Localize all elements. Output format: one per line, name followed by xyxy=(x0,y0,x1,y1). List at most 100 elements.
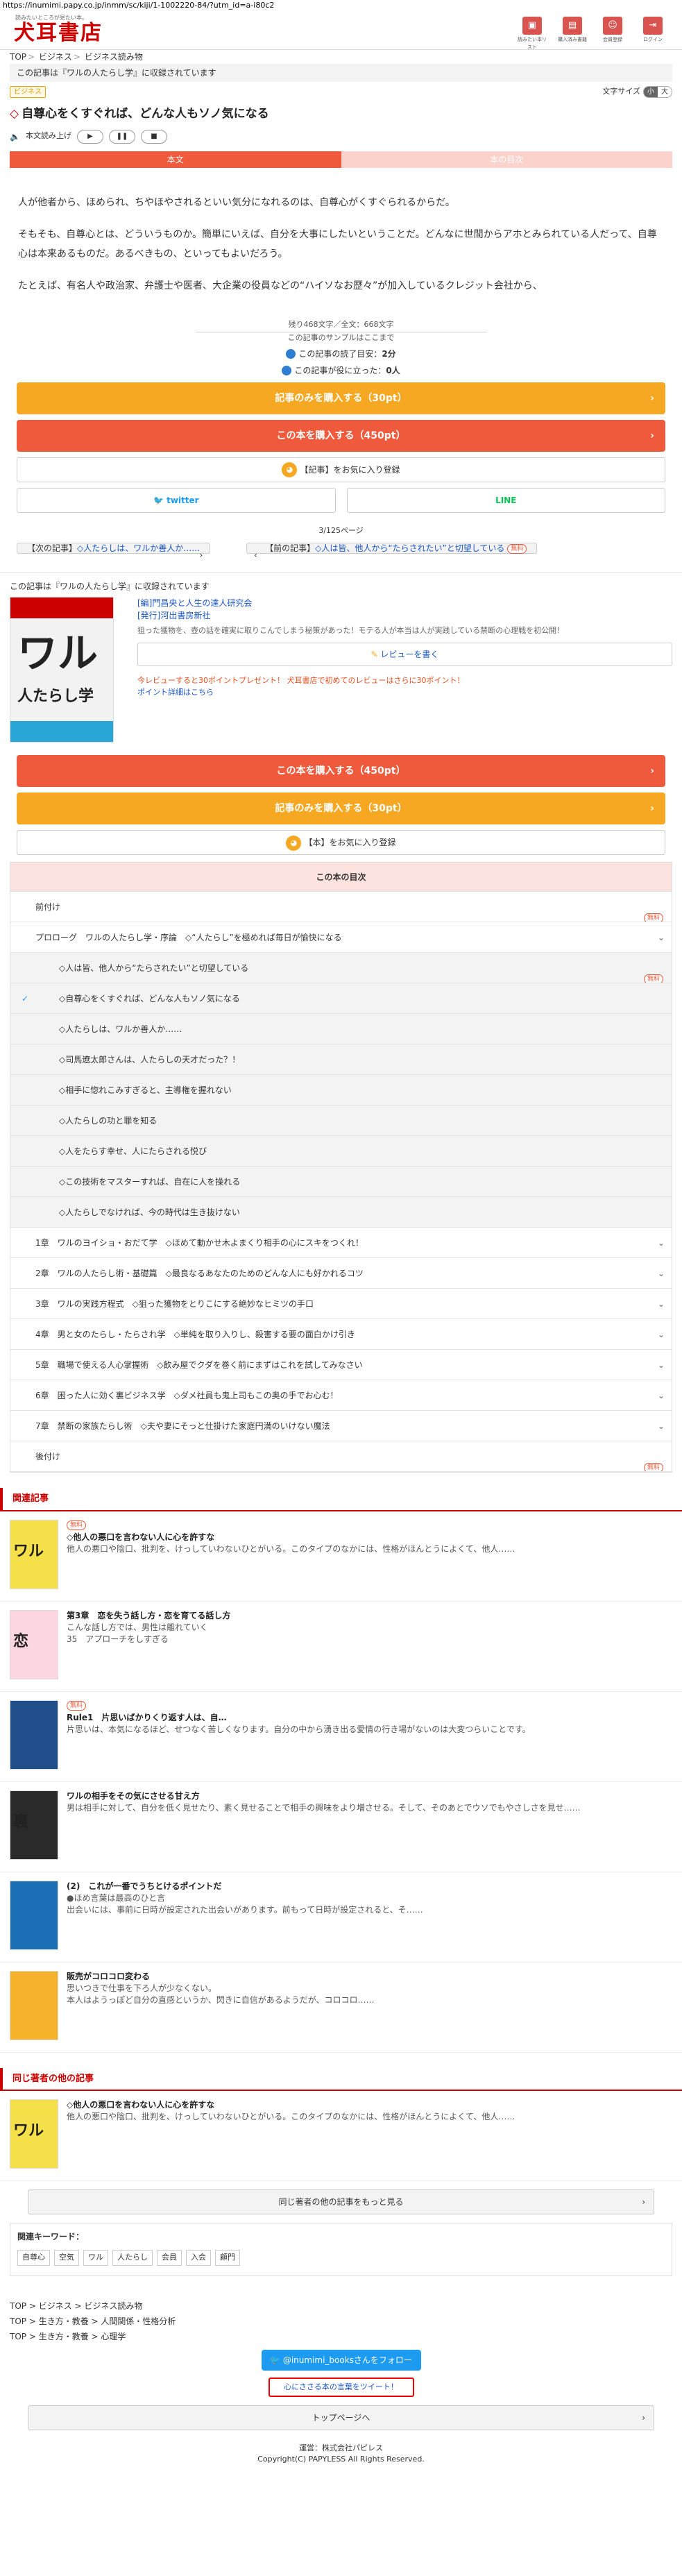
footer-breadcrumb-link[interactable]: 生き方・教養 xyxy=(39,2316,89,2326)
keyword-tag[interactable]: ワル xyxy=(83,2250,108,2266)
line-share-button[interactable]: LINE xyxy=(346,487,665,513)
toc-chapter[interactable]: 7章 禁断の家族たらし術 ◇夫や妻にそっと仕掛けた家庭円満のいけない魔法 ⌄ xyxy=(10,1411,672,1441)
footer-breadcrumb-link[interactable]: ビジネス読み物 xyxy=(84,2301,142,2311)
book-description: 狙った獲物を、壺の話を確実に取りこんでしまう秘策があった！モテる人が本当は人が実… xyxy=(137,626,565,635)
site-footer: 運営：株式会社パピレス Copyright(C) PAPYLESS All Ri… xyxy=(0,2439,682,2472)
tab-toc[interactable]: 本の目次 xyxy=(341,151,672,168)
toc-subitem[interactable]: ◇人たらしは、ワルか善人か…… xyxy=(10,1014,672,1044)
keyword-tag[interactable]: 入会 xyxy=(186,2250,211,2266)
chevron-right-icon: › xyxy=(642,2412,645,2423)
toc-chapter[interactable]: 前付け 無料 xyxy=(10,892,672,922)
toc-subitem[interactable]: ◇人たらしの功と罪を知る xyxy=(10,1105,672,1136)
audio-stop-button[interactable]: ■ xyxy=(140,129,167,144)
footer-breadcrumb-link[interactable]: 生き方・教養 xyxy=(39,2332,89,2341)
header-purchased[interactable]: ▤ 購入済み書籍 xyxy=(556,17,589,51)
toc-subitem[interactable]: ◇司馬遼太郎さんは、人たらしの天才だった？！ xyxy=(10,1044,672,1075)
article-thumbnail[interactable] xyxy=(10,1970,58,2040)
toc-chapter[interactable]: 3章 ワルの実践方程式 ◇狙った獲物をとりこにする絶妙なヒミツの手口 ⌄ xyxy=(10,1289,672,1319)
related-article[interactable]: 裏 ワルの相手をその気にさせる甘え方 男は相手に対して、自分を低く見せたり、素く見せ… xyxy=(0,1782,682,1872)
breadcrumb-business[interactable]: ビジネス xyxy=(39,52,72,62)
top-page-button[interactable]: トップページへ › xyxy=(28,2405,654,2430)
free-badge: 無料 xyxy=(643,974,663,983)
audio-pause-button[interactable]: ❚❚ xyxy=(108,129,135,144)
article-paragraph: そもそも、自尊心とは、どういうものか。簡単にいえば、自分を大事にしたいということ… xyxy=(18,228,657,260)
article-thumbnail[interactable]: ワル xyxy=(10,2099,58,2169)
toc-chapter[interactable]: 後付け 無料 xyxy=(10,1441,672,1472)
buy-book-button[interactable]: この本を購入する（450pt） › xyxy=(17,419,665,452)
toc-subitem[interactable]: ◇人は皆、他人から“たらされたい”と切望している 無料 xyxy=(10,953,672,983)
same-author-heading: 同じ著者の他の記事 xyxy=(0,2067,682,2091)
breadcrumb-top[interactable]: TOP xyxy=(10,52,26,62)
keyword-tag[interactable]: 人たらし xyxy=(112,2250,153,2266)
keyword-tag[interactable]: 自尊心 xyxy=(17,2250,50,2266)
book-cover[interactable]: ワル 人たらし学 xyxy=(10,597,114,743)
buy-book-button-2[interactable]: この本を購入する（450pt） › xyxy=(17,755,665,787)
toc-subitem[interactable]: ◇この技術をマスターすれば、自在に人を操れる xyxy=(10,1167,672,1197)
related-title: ◇他人の悪口を言わない人に心を許すな xyxy=(67,1532,215,1542)
twitter-follow-button[interactable]: 🐦 @inumimi_booksさんをフォロー xyxy=(261,2349,421,2371)
article-thumbnail[interactable]: 恋 xyxy=(10,1609,58,1679)
font-size-small[interactable]: 小 xyxy=(644,87,658,97)
toc-chapter[interactable]: プロローグ ワルの人たらし学・序論 ◇“人たらし”を極めれば毎日が愉快になる ⌄ xyxy=(10,922,672,953)
font-size-toggle[interactable]: 小 大 xyxy=(643,86,672,98)
next-article-link[interactable]: 【次の記事】◇人たらしは、ワルか善人か…… › xyxy=(17,543,211,560)
article-thumbnail[interactable] xyxy=(10,1880,58,1950)
audio-play-button[interactable]: ▶ xyxy=(76,129,103,144)
buy-article-button-2[interactable]: 記事のみを購入する（30pt） › xyxy=(17,793,665,824)
prev-article-link[interactable]: ‹ 【前の記事】◇人は皆、他人から“たらされたい”と切望している 無料 xyxy=(246,543,538,560)
toc-subitem[interactable]: ◇人たらしでなければ、今の時代は生き抜けない xyxy=(10,1197,672,1228)
font-size-control: 文字サイズ 小 大 xyxy=(602,86,672,98)
footer-breadcrumb-link[interactable]: 人間関係・性格分析 xyxy=(101,2316,176,2326)
related-article[interactable]: (2) これが一番でうちとけるポイントだ ●ほめ言葉は最高のひと言 出会いには、事… xyxy=(0,1872,682,1963)
footer-breadcrumb-link[interactable]: TOP xyxy=(10,2301,26,2311)
favorite-book-button[interactable]: ◕ 【本】をお気に入り登録 xyxy=(17,830,665,855)
keyword-tag[interactable]: 空気 xyxy=(54,2250,79,2266)
related-article[interactable]: 無料 Rule1 片思いばかりくり返す人は、自… 片思いは、本気になるほど、せつなく… xyxy=(0,1692,682,1782)
publisher-link[interactable]: 河出書房新社 xyxy=(160,611,210,620)
toc-chapter[interactable]: 6章 困った人に効く裏ビジネス学 ◇ダメ社員も鬼上司もこの奥の手でお心む！ ⌄ xyxy=(10,1380,672,1411)
collection-notice: この記事は『ワルの人たらし学』に収録されています xyxy=(10,64,672,82)
related-article[interactable]: 販売がコロコロ変わる 思いつきで仕事を下ろ人が少なくない。 本人はようっぽど自分の… xyxy=(0,1963,682,2053)
font-size-large[interactable]: 大 xyxy=(658,87,672,97)
toc-chapter[interactable]: 1章 ワルのヨイショ・おだて学 ◇ほめて動かせ木よまくり相手の心にスキをつくれ！… xyxy=(10,1228,672,1258)
toc-chapter[interactable]: 4章 男と女のたらし・たらされ学 ◇単純を取り入りし、殺害する要の面白かけ引き ⌄ xyxy=(10,1319,672,1350)
article-thumbnail[interactable]: ワル xyxy=(10,1519,58,1589)
write-review-button[interactable]: ✎ レビューを書く xyxy=(137,643,672,666)
footer-breadcrumb-link[interactable]: ビジネス xyxy=(39,2301,72,2311)
toc-chapter[interactable]: 2章 ワルの人たらし術・基礎篇 ◇最良なるあなたのためのどんな人にも好かれるコツ… xyxy=(10,1258,672,1289)
category-badge[interactable]: ビジネス xyxy=(10,86,46,98)
related-article[interactable]: ワル ◇他人の悪口を言わない人に心を許すな 他人の悪口や陰口、批判を、けっしていわな… xyxy=(0,2091,682,2181)
related-heading: 関連記事 xyxy=(0,1488,682,1511)
toc-subitem[interactable]: ◇人をたらす幸せ、人にたらされる悦び xyxy=(10,1136,672,1167)
point-details-link[interactable]: ポイント詳細はこちら xyxy=(137,688,214,697)
article-tabs: 本文 本の目次 xyxy=(10,151,672,168)
footer-breadcrumb-link[interactable]: 心理学 xyxy=(101,2332,126,2341)
toc-row-label: ◇自尊心をくすぐれば、どんな人もソノ気になる xyxy=(59,994,240,1003)
keyword-tag[interactable]: 顧門 xyxy=(215,2250,240,2266)
header-login[interactable]: ⇥ ログイン xyxy=(636,17,670,51)
toc-row-label: ◇人をたらす幸せ、人にたらされる悦び xyxy=(59,1146,207,1156)
related-article[interactable]: 恋 第3章 恋を失う話し方・恋を育てる話し方 こんな話し方では、男性は離れていく 3… xyxy=(0,1602,682,1692)
breadcrumb-business-reading[interactable]: ビジネス読み物 xyxy=(85,52,143,62)
buy-article-button[interactable]: 記事のみを購入する（30pt） › xyxy=(17,382,665,414)
more-articles-button[interactable]: 同じ著者の他の記事をもっと見る › xyxy=(28,2189,654,2214)
favorite-article-button[interactable]: ◕ 【記事】をお気に入り登録 xyxy=(17,457,665,482)
site-logo[interactable]: 犬耳書店 xyxy=(14,21,103,46)
article-thumbnail[interactable]: 裏 xyxy=(10,1790,58,1860)
article-thumbnail[interactable] xyxy=(10,1700,58,1770)
header-wishlist[interactable]: ▣ 読みたい本リスト xyxy=(515,17,549,51)
header-register[interactable]: ☺ 会員登録 xyxy=(596,17,629,51)
toc-chapter[interactable]: 5章 職場で使える人心掌握術 ◇飲み屋でクダを巻く前にまずはこれを試してみなさい… xyxy=(10,1350,672,1380)
tab-body[interactable]: 本文 xyxy=(10,151,341,168)
footer-breadcrumb-link[interactable]: TOP xyxy=(10,2332,26,2341)
tweet-quote-button[interactable]: 心にささる本の言葉をツイート！ xyxy=(268,2377,414,2397)
clock-icon xyxy=(286,349,296,359)
twitter-share-button[interactable]: 🐦 twitter xyxy=(17,487,336,513)
toc-subitem[interactable]: ◇相手に惚れこみすぎると、主導権を握れない xyxy=(10,1075,672,1105)
related-article[interactable]: ワル 無料 ◇他人の悪口を言わない人に心を許すな 他人の悪口や陰口、批判を、けっしてい… xyxy=(0,1511,682,1602)
toc-subitem[interactable]: ✓ ◇自尊心をくすぐれば、どんな人もソノ気になる xyxy=(10,983,672,1014)
keyword-tag[interactable]: 会員 xyxy=(157,2250,182,2266)
footer-breadcrumb-link[interactable]: TOP xyxy=(10,2316,26,2326)
author-link[interactable]: 門昌央と人生の達人研究会 xyxy=(152,598,252,608)
keywords-label: 関連キーワード： xyxy=(17,2232,85,2242)
